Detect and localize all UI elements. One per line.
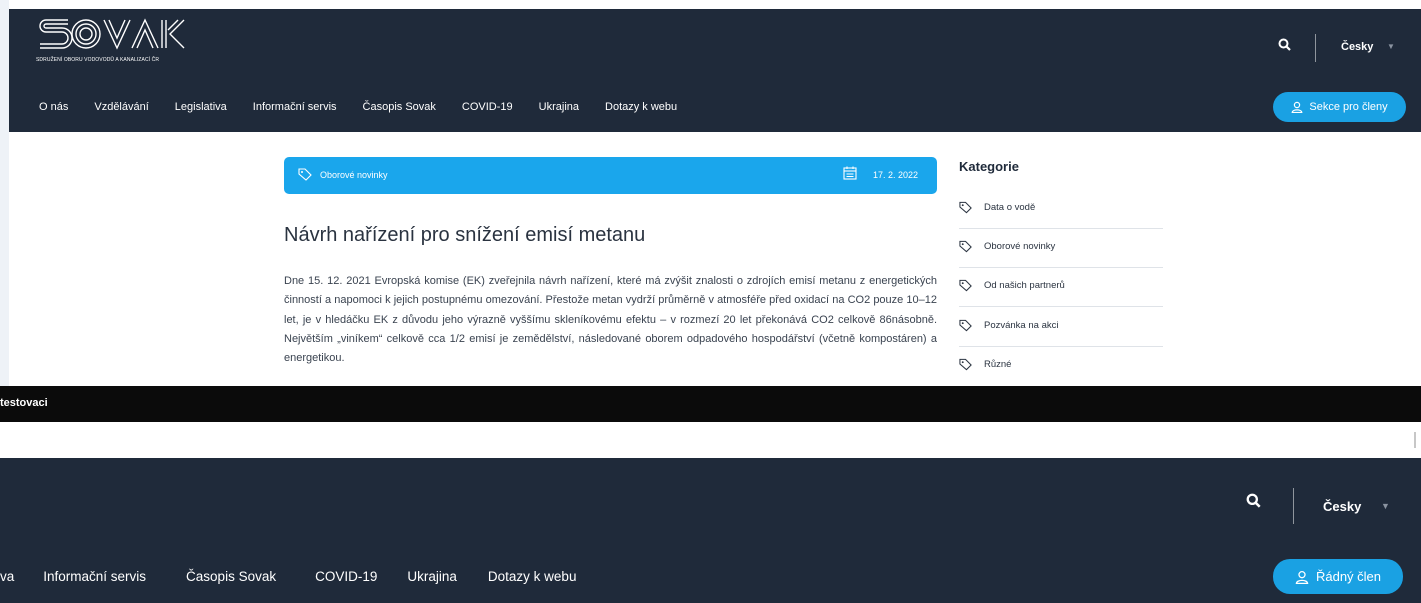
- tag-icon: [959, 279, 972, 292]
- sidebar-item-oborove-novinky[interactable]: Oborové novinky: [959, 228, 1163, 268]
- site-header: [9, 9, 1421, 132]
- chevron-down-icon[interactable]: ▼: [1381, 501, 1390, 511]
- article-body: Dne 15. 12. 2021 Evropská komise (EK) zv…: [284, 275, 937, 365]
- sovak-logo[interactable]: [38, 16, 188, 54]
- sidebar-item-label: Pozvánka na akci: [984, 320, 1059, 331]
- nav-item-covid[interactable]: COVID-19: [315, 569, 377, 584]
- nav-item-dotazy[interactable]: Dotazy k webu: [488, 569, 577, 584]
- nav-item-vzdelavani[interactable]: Vzdělávání: [94, 101, 148, 113]
- article-title: Návrh nařízení pro snížení emisí metanu: [284, 224, 646, 246]
- nav-item-legislativa-partial[interactable]: va: [0, 569, 14, 584]
- sidebar-item-pozvanka-na-akci[interactable]: Pozvánka na akci: [959, 307, 1163, 347]
- nav-item-legislativa[interactable]: Legislativa: [175, 101, 227, 113]
- search-icon[interactable]: [1278, 38, 1292, 52]
- tag-icon: [959, 358, 972, 371]
- left-margin: [0, 0, 9, 386]
- member-section-label: Sekce pro členy: [1309, 101, 1388, 113]
- scrollbar[interactable]: [1414, 432, 1416, 448]
- nav-item-o-nas[interactable]: O nás: [39, 101, 68, 113]
- sidebar-title: Kategorie: [959, 159, 1019, 174]
- nav-item-ukrajina[interactable]: Ukrajina: [539, 101, 579, 113]
- nav-item-ukrajina[interactable]: Ukrajina: [407, 569, 457, 584]
- sidebar-item-ruzne[interactable]: Různé: [959, 346, 1163, 385]
- nav-item-dotazy[interactable]: Dotazy k webu: [605, 101, 677, 113]
- header-divider: [1315, 34, 1316, 62]
- nav-item-covid[interactable]: COVID-19: [462, 101, 513, 113]
- nav-item-informacni-servis[interactable]: Informační servis: [43, 569, 146, 584]
- member-button[interactable]: Řádný člen: [1273, 559, 1403, 594]
- nav-item-casopis-sovak[interactable]: Časopis Sovak: [363, 101, 436, 113]
- sidebar-item-label: Od našich partnerů: [984, 280, 1065, 291]
- chevron-down-icon[interactable]: ▼: [1387, 42, 1395, 51]
- main-nav-bottom: va Informační servis Časopis Sovak COVID…: [0, 569, 576, 584]
- nav-item-casopis-sovak[interactable]: Časopis Sovak: [186, 569, 276, 584]
- environment-bar: [0, 386, 1421, 422]
- language-selector[interactable]: Česky: [1323, 499, 1361, 514]
- header-divider: [1293, 488, 1294, 524]
- main-nav: O nás Vzdělávání Legislativa Informační …: [39, 101, 703, 113]
- sidebar-item-label: Oborové novinky: [984, 241, 1056, 252]
- tag-icon: [298, 168, 312, 181]
- user-icon: [1291, 101, 1303, 113]
- environment-label: testovaci: [0, 397, 48, 409]
- language-selector[interactable]: Česky: [1341, 41, 1373, 53]
- member-section-button[interactable]: Sekce pro členy: [1273, 92, 1406, 122]
- browser-strip: [0, 422, 1421, 458]
- article-category[interactable]: Oborové novinky: [320, 170, 388, 180]
- sidebar-item-label: Data o vodě: [984, 202, 1036, 213]
- nav-item-informacni-servis[interactable]: Informační servis: [253, 101, 337, 113]
- sidebar-item-label: Různé: [984, 359, 1012, 370]
- tag-icon: [959, 319, 972, 332]
- sidebar-item-od-nasich-partneru[interactable]: Od našich partnerů: [959, 267, 1163, 307]
- sidebar-item-data-o-vode[interactable]: Data o vodě: [959, 189, 1163, 229]
- tag-icon: [959, 240, 972, 253]
- member-button-label: Řádný člen: [1315, 569, 1382, 584]
- user-icon: [1295, 570, 1309, 584]
- article-date: 17. 2. 2022: [873, 170, 919, 180]
- search-icon[interactable]: [1246, 493, 1262, 509]
- logo-subtitle: SDRUŽENÍ OBORU VODOVODŮ A KANALIZACÍ ČR: [36, 57, 160, 63]
- calendar-icon: [843, 166, 857, 180]
- tag-icon: [959, 201, 972, 214]
